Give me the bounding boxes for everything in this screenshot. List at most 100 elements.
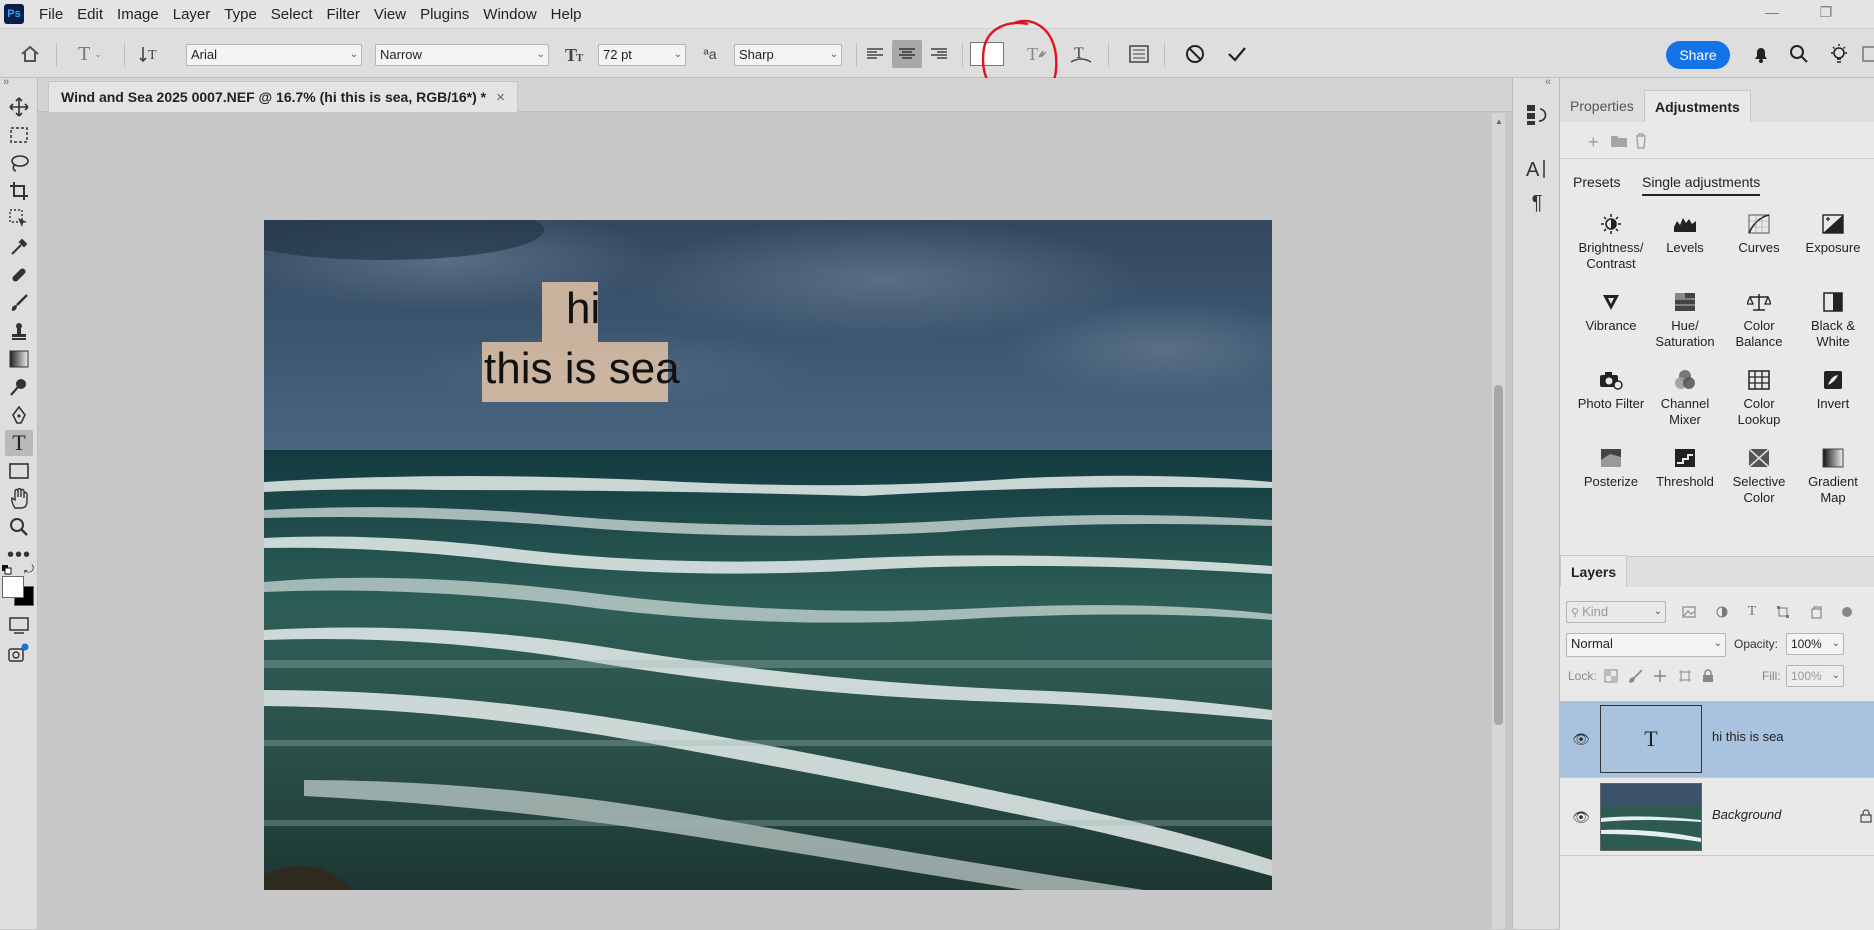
menu-window[interactable]: Window [476,6,543,23]
antialias-select[interactable]: Sharp ⌄ [734,44,842,66]
align-center-button[interactable] [892,40,922,68]
workspace-icon[interactable] [1862,40,1874,68]
lock-artboard-icon[interactable] [1678,669,1692,683]
invert-adjustment[interactable]: Invert [1796,368,1870,412]
foreground-color-swatch[interactable] [2,576,24,598]
screen-mode-icon[interactable] [5,612,33,638]
character-paragraph-panel-icon[interactable]: T [1066,40,1096,68]
collapse-arrows-icon[interactable]: » [3,76,9,88]
layer-kind-filter[interactable]: ⚲ Kind ⌄ [1566,601,1666,623]
blend-mode-select[interactable]: Normal ⌄ [1566,633,1726,657]
pen-tool-icon[interactable] [5,402,33,428]
brightness-contrast-adjustment[interactable]: Brightness/Contrast [1574,212,1648,272]
align-right-button[interactable] [926,40,952,68]
menu-plugins[interactable]: Plugins [413,6,476,23]
gradient-tool-icon[interactable] [5,346,33,372]
menu-filter[interactable]: Filter [320,6,367,23]
tab-properties[interactable]: Properties [1560,90,1644,122]
menu-file[interactable]: File [32,6,70,23]
search-icon[interactable] [1786,40,1812,68]
vibrance-adjustment[interactable]: Vibrance [1574,290,1648,334]
brush-tool-icon[interactable] [5,290,33,316]
hue-saturation-adjustment[interactable]: Hue/Saturation [1648,290,1722,350]
menu-type[interactable]: Type [217,6,264,23]
marquee-tool-icon[interactable] [5,122,33,148]
default-colors-icon[interactable] [2,562,12,575]
channel-mixer-adjustment[interactable]: Channel Mixer [1648,368,1722,428]
folder-icon[interactable] [1610,134,1628,151]
paragraph-panel-icon[interactable]: ¶ [1521,188,1553,218]
toggle-text-orientation-icon[interactable]: T [136,40,164,68]
rectangle-tool-icon[interactable] [5,458,33,484]
tab-adjustments[interactable]: Adjustments [1644,90,1751,122]
swap-colors-icon[interactable]: ⤾ [24,562,34,577]
scroll-up-icon[interactable]: ▲ [1495,117,1503,126]
font-style-select[interactable]: Narrow ⌄ [375,44,549,66]
fill-input[interactable]: 100% ⌄ [1786,665,1844,687]
vertical-scrollbar[interactable]: ▲ [1492,113,1505,929]
scrollbar-thumb[interactable] [1494,385,1503,725]
layer-name[interactable]: hi this is sea [1712,729,1784,744]
lasso-tool-icon[interactable] [5,150,33,176]
quick-mask-icon[interactable] [5,640,33,666]
shape-filter-icon[interactable] [1776,605,1790,619]
share-button[interactable]: Share [1666,41,1730,69]
type-tool-icon[interactable]: T [5,430,33,456]
document-tab[interactable]: Wind and Sea 2025 0007.NEF @ 16.7% (hi t… [48,81,518,112]
trash-icon[interactable] [1634,133,1648,152]
layer-name[interactable]: Background [1712,807,1781,822]
visibility-eye-icon[interactable]: 👁 [1572,809,1590,825]
collapse-arrows-icon[interactable]: « [1545,76,1551,88]
menu-layer[interactable]: Layer [166,6,218,23]
menu-view[interactable]: View [367,6,413,23]
black-white-adjustment[interactable]: Black & White [1796,290,1870,350]
tab-layers[interactable]: Layers [1560,555,1628,587]
curves-adjustment[interactable]: Curves [1722,212,1796,256]
document-canvas-image[interactable] [264,220,1272,890]
bell-icon[interactable] [1748,40,1774,68]
crop-tool-icon[interactable] [5,178,33,204]
font-family-select[interactable]: Arial ⌄ [186,44,362,66]
align-left-button[interactable] [862,40,888,68]
visibility-eye-icon[interactable]: 👁 [1572,731,1590,747]
cancel-edit-icon[interactable] [1182,40,1208,68]
type-filter-icon[interactable]: T [1748,604,1757,620]
photo-filter-adjustment[interactable]: Photo Filter [1574,368,1648,412]
add-icon[interactable]: + [1588,132,1599,153]
minimize-icon[interactable]: — [1762,4,1782,24]
lock-all-icon[interactable] [1702,669,1714,683]
layer-row-background[interactable]: 👁 Background [1560,779,1874,855]
layer-row-text[interactable]: 👁 T hi this is sea [1560,701,1874,777]
healing-brush-tool-icon[interactable] [5,262,33,288]
color-swatches[interactable]: ⤾ [2,562,36,608]
zoom-tool-icon[interactable] [5,514,33,540]
menu-help[interactable]: Help [544,6,589,23]
opacity-input[interactable]: 100% ⌄ [1786,633,1844,655]
font-size-select[interactable]: 72 pt ⌄ [598,44,686,66]
exposure-adjustment[interactable]: Exposure [1796,212,1870,256]
tab-presets[interactable]: Presets [1573,174,1620,190]
gradient-map-adjustment[interactable]: Gradient Map [1796,446,1870,506]
selective-color-adjustment[interactable]: Selective Color [1722,446,1796,506]
tab-single-adjustments[interactable]: Single adjustments [1642,174,1761,196]
menu-edit[interactable]: Edit [70,6,110,23]
hand-tool-icon[interactable] [5,486,33,512]
adjustment-filter-icon[interactable] [1716,606,1728,618]
object-selection-tool-icon[interactable] [5,206,33,232]
clone-stamp-tool-icon[interactable] [5,318,33,344]
color-lookup-adjustment[interactable]: Color Lookup [1722,368,1796,428]
type-tool-preset-icon[interactable]: T ⌄ [70,40,110,68]
color-balance-adjustment[interactable]: Color Balance [1722,290,1796,350]
posterize-adjustment[interactable]: Posterize [1574,446,1648,490]
close-tab-icon[interactable]: × [496,89,505,106]
history-panel-icon[interactable] [1521,100,1553,130]
lock-image-pixels-icon[interactable] [1628,669,1643,683]
character-panel-icon[interactable]: A [1521,154,1553,184]
home-icon[interactable] [16,40,44,68]
maximize-icon[interactable]: ❐ [1816,4,1836,24]
levels-adjustment[interactable]: Levels [1648,212,1722,256]
eyedropper-tool-icon[interactable] [5,234,33,260]
lock-position-icon[interactable] [1653,669,1667,683]
menu-select[interactable]: Select [264,6,320,23]
menu-image[interactable]: Image [110,6,166,23]
